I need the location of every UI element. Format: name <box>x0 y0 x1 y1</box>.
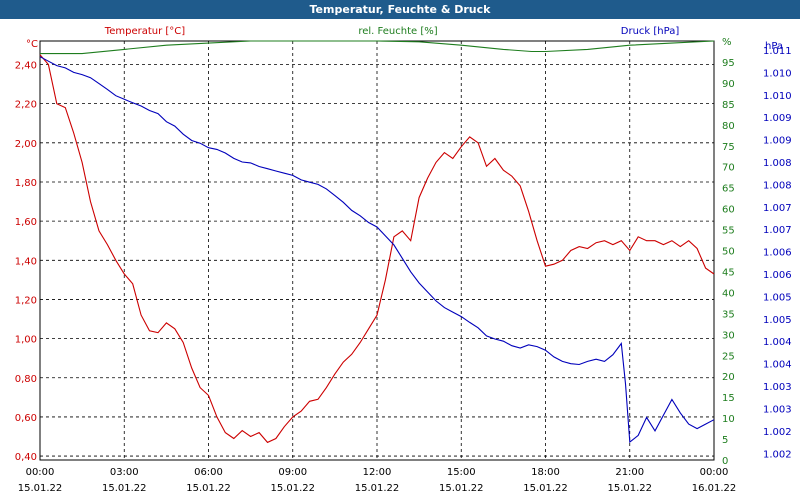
x-tick-date: 15.01.22 <box>523 483 568 494</box>
temperature-tick-label: 1,60 <box>15 217 37 228</box>
chart-canvas: 0,40 0,60 0,80 1,00 1,20 1,40 1,60 1,80 2,00 2,20… <box>15 26 792 494</box>
pressure-tick-label: 1.008 <box>763 158 792 169</box>
pressure-tick-label: 1.007 <box>763 203 792 214</box>
pressure-tick-label: 1.005 <box>763 315 792 326</box>
pressure-unit-label: hPa <box>765 41 783 52</box>
humidity-tick-label: 35 <box>722 309 735 320</box>
humidity-tick-label: 15 <box>722 393 735 404</box>
axis-labels: Temperatur [°C] rel. Feuchte [%] Druck [hP… <box>104 26 680 37</box>
x-tick-date: 16.01.22 <box>692 483 737 494</box>
pressure-tick-label: 1.010 <box>763 91 792 102</box>
humidity-tick-label: % <box>722 37 732 48</box>
temperature-tick-label: 1,00 <box>15 335 37 346</box>
x-tick-date: 15.01.22 <box>355 483 400 494</box>
temperature-tick-label: 0,80 <box>15 374 37 385</box>
x-tick-date: 15.01.22 <box>18 483 63 494</box>
temperature-tick-label: 1,20 <box>15 295 37 306</box>
pressure-tick-label: 1.009 <box>763 136 792 147</box>
humidity-tick-label: 65 <box>722 184 735 195</box>
pressure-tick-label: 1.008 <box>763 180 792 191</box>
pressure-tick-label: 1.004 <box>763 337 792 348</box>
x-tick-date: 15.01.22 <box>439 483 484 494</box>
pressure-tick-label: 1.002 <box>763 427 792 438</box>
x-tick-time: 00:00 <box>700 467 729 478</box>
x-tick-time: 21:00 <box>615 467 644 478</box>
x-tick-time: 15:00 <box>447 467 476 478</box>
time-axis: 00:00 15.01.22 03:00 15.01.22 06:00 15.01.22 0… <box>18 467 737 494</box>
pressure-tick-label: 1.004 <box>763 360 792 371</box>
humidity-series-label: rel. Feuchte [%] <box>358 26 437 37</box>
humidity-tick-label: 25 <box>722 351 735 362</box>
grid-lines <box>39 40 715 461</box>
humidity-tick-label: 95 <box>722 58 735 69</box>
x-tick-date: 15.01.22 <box>607 483 652 494</box>
humidity-tick-label: 50 <box>722 247 735 258</box>
humidity-tick-label: 75 <box>722 142 735 153</box>
temperature-tick-label: 1,80 <box>15 178 37 189</box>
temperature-tick-label: 0,40 <box>15 452 37 463</box>
humidity-tick-label: 80 <box>722 121 735 132</box>
humidity-axis: 0 5 10 15 20 25 30 35 40 45 50 55 60 65 70 75 80 85 90 95% <box>722 37 735 467</box>
humidity-tick-label: 90 <box>722 79 735 90</box>
temperature-tick-label: 1,40 <box>15 256 37 267</box>
pressure-tick-label: 1.010 <box>763 68 792 79</box>
x-tick-time: 12:00 <box>363 467 392 478</box>
x-tick-date: 15.01.22 <box>270 483 315 494</box>
humidity-tick-label: 85 <box>722 100 735 111</box>
humidity-tick-label: 5 <box>722 435 728 446</box>
temperature-tick-label: 2,00 <box>15 139 37 150</box>
temperature-tick-label: 2,20 <box>15 100 37 111</box>
chart-title: Temperatur, Feuchte & Druck <box>0 0 800 19</box>
pressure-tick-label: 1.003 <box>763 382 792 393</box>
temperature-tick-label: 0,60 <box>15 413 37 424</box>
humidity-tick-label: 10 <box>722 414 735 425</box>
temperature-unit-label: °C <box>26 39 38 50</box>
humidity-tick-label: 45 <box>722 267 735 278</box>
pressure-tick-label: 1.006 <box>763 248 792 259</box>
pressure-tick-label: 1.005 <box>763 292 792 303</box>
humidity-tick-label: 30 <box>722 330 735 341</box>
x-tick-date: 15.01.22 <box>186 483 231 494</box>
humidity-tick-label: 70 <box>722 163 735 174</box>
x-tick-time: 03:00 <box>110 467 139 478</box>
pressure-tick-label: 1.009 <box>763 113 792 124</box>
x-tick-time: 18:00 <box>531 467 560 478</box>
x-tick-time: 09:00 <box>278 467 307 478</box>
x-tick-time: 00:00 <box>26 467 55 478</box>
temperature-tick-label: 2,40 <box>15 60 37 71</box>
pressure-tick-label: 1.006 <box>763 270 792 281</box>
pressure-series-label: Druck [hPa] <box>621 26 680 37</box>
pressure-tick-label: 1.003 <box>763 404 792 415</box>
pressure-axis: 1.002 1.002 1.003 1.003 1.004 1.004 1.005 1.005… <box>763 41 792 460</box>
pressure-tick-label: 1.007 <box>763 225 792 236</box>
humidity-tick-label: 20 <box>722 372 735 383</box>
humidity-tick-label: 60 <box>722 205 735 216</box>
x-tick-time: 06:00 <box>194 467 223 478</box>
temperature-series-label: Temperatur [°C] <box>104 26 185 37</box>
pressure-tick-label: 1.002 <box>763 449 792 460</box>
x-tick-date: 15.01.22 <box>102 483 147 494</box>
humidity-tick-label: 55 <box>722 226 735 237</box>
temperature-axis: 0,40 0,60 0,80 1,00 1,20 1,40 1,60 1,80 2,00 2,20… <box>15 39 38 463</box>
humidity-tick-label: 0 <box>722 456 728 467</box>
humidity-tick-label: 40 <box>722 288 735 299</box>
